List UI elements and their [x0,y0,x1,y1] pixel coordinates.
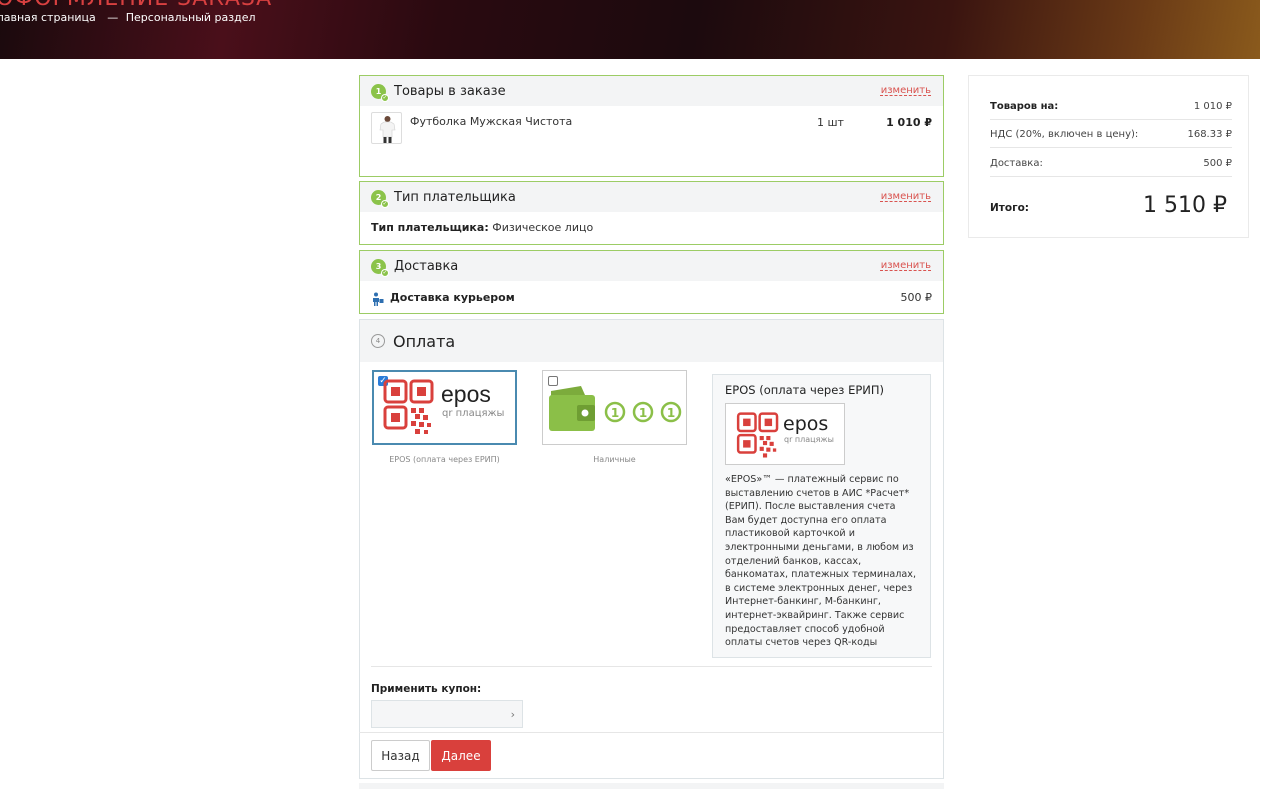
payment-description-text: «EPOS»™ — платежный сервис по выставлени… [725,474,917,649]
payer-type-value: Физическое лицо [492,221,594,234]
step-number-badge: 4 [371,334,385,348]
payment-description-panel: EPOS (оплата через ЕРИП) epos qr плацяжы… [712,374,931,658]
epos-logo-text: epos [441,381,491,407]
breadcrumb-separator: — [107,11,119,24]
breadcrumb-personal[interactable]: Персональный раздел [126,11,256,24]
product-image[interactable] [371,112,402,144]
back-button[interactable]: Назад [371,740,430,771]
payment-method-cash[interactable]: 1 1 1 [542,370,687,445]
product-row: Футболка Мужская Чистота 1 шт 1 010 ₽ [360,106,943,170]
divider [371,666,932,667]
summary-row-delivery: Доставка: 500 ₽ [990,149,1232,177]
payment-method-label[interactable]: Наличные [542,455,687,464]
chevron-right-icon[interactable]: › [511,708,515,721]
wallet-coins-icon: 1 1 1 [549,386,682,431]
summary-key: Товаров на: [990,101,1059,112]
svg-text:1: 1 [667,406,675,420]
epos-logo-icon [383,379,434,434]
page-title: ОФОРМЛЕНИЕ ЗАКАЗА [0,0,272,11]
delivery-price: 500 ₽ [900,291,933,304]
coupon-input[interactable]: › [371,700,523,728]
edit-link[interactable]: изменить [881,191,931,202]
step-delivery: 3 ✓ Доставка изменить Доставка курьером 5… [359,250,944,314]
next-button[interactable]: Далее [431,740,491,771]
check-icon: ✓ [381,199,389,208]
step-header: 3 ✓ Доставка изменить [360,251,943,281]
coupon-label: Применить купон: [371,683,482,695]
payment-description-logo: epos qr плацяжы [725,403,845,465]
edit-link[interactable]: изменить [881,260,931,271]
epos-logo-icon [736,412,779,458]
summary-key: НДС (20%, включен в цену): [990,129,1139,140]
payer-type-summary: Тип плательщика: Физическое лицо [360,212,943,243]
epos-logo-subtitle: qr плацяжы [442,408,505,419]
summary-value: 500 ₽ [1203,158,1232,169]
svg-text:1: 1 [611,406,619,420]
order-summary: Товаров на: 1 010 ₽ НДС (20%, включен в … [968,75,1249,238]
breadcrumb: Главная страница — Персональный раздел [0,11,260,24]
delivery-summary: Доставка курьером 500 ₽ [360,281,943,313]
check-icon: ✓ [381,268,389,277]
step-order-items: 1 ✓ Товары в заказе изменить Футболка Муж… [359,75,944,177]
step-title: Тип плательщика [394,189,516,205]
svg-text:1: 1 [639,406,647,420]
step-number-badge: 1 ✓ [371,83,389,102]
step-payer-type: 2 ✓ Тип плательщика изменить Тип плательщ… [359,181,944,245]
next-step-header-edge [359,783,944,789]
payer-type-label: Тип плательщика: [371,221,489,234]
step-header: 1 ✓ Товары в заказе изменить [360,76,943,106]
payment-description-title: EPOS (оплата через ЕРИП) [725,383,885,397]
step-header: 4 Оплата [360,320,943,362]
step-number-badge: 3 ✓ [371,258,389,277]
payment-method-epos[interactable]: ✓ epos qr плацяжы [372,370,517,445]
page-header-banner: ОФОРМЛЕНИЕ ЗАКАЗА Главная страница — Пер… [0,0,1260,59]
summary-key: Доставка: [990,158,1043,169]
delivery-method-name: Доставка курьером [390,291,515,304]
step-header: 2 ✓ Тип плательщика изменить [360,182,943,212]
summary-total-value: 1 510 ₽ [1143,193,1227,218]
step-title: Товары в заказе [394,83,506,99]
breadcrumb-home[interactable]: Главная страница [0,11,96,24]
step-number-badge: 2 ✓ [371,189,389,208]
summary-row-goods: Товаров на: 1 010 ₽ [990,92,1232,120]
summary-total-label: Итого: [990,202,1029,214]
courier-icon [370,291,384,310]
summary-value: 168.33 ₽ [1187,129,1232,140]
summary-row-vat: НДС (20%, включен в цену): 168.33 ₽ [990,120,1232,148]
product-price: 1 010 ₽ [886,116,932,129]
summary-value: 1 010 ₽ [1193,101,1232,112]
product-name[interactable]: Футболка Мужская Чистота [410,115,572,128]
epos-logo-text: epos [783,413,829,435]
payment-method-label[interactable]: EPOS (оплата через ЕРИП) [372,455,517,464]
divider [359,732,944,733]
check-icon: ✓ [381,93,389,102]
epos-logo-subtitle: qr плацяжы [784,435,834,444]
edit-link[interactable]: изменить [881,85,931,96]
step-title: Оплата [393,331,456,351]
product-quantity: 1 шт [817,116,844,129]
step-title: Доставка [394,258,459,274]
